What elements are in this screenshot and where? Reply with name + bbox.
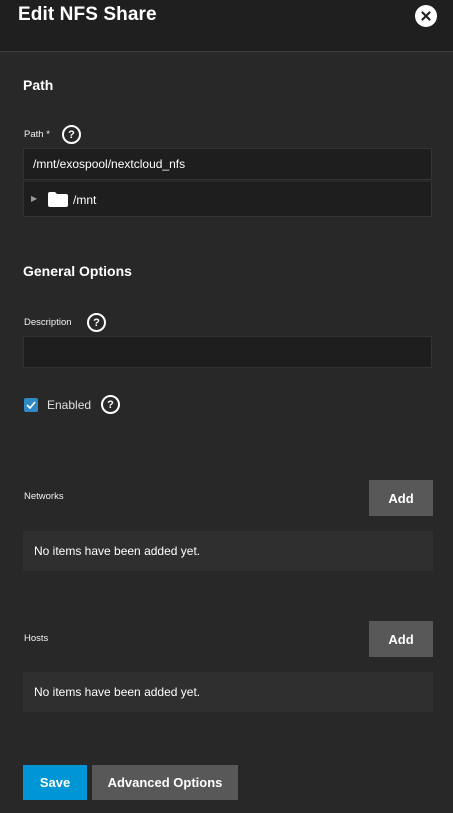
- enabled-help-icon[interactable]: ?: [101, 395, 120, 414]
- hosts-empty-message: No items have been added yet.: [23, 672, 433, 712]
- description-label: Description: [24, 317, 72, 328]
- description-help-icon[interactable]: ?: [87, 313, 106, 332]
- path-section-title: Path: [23, 77, 54, 93]
- advanced-options-button[interactable]: Advanced Options: [92, 765, 238, 800]
- path-input[interactable]: [23, 148, 432, 180]
- networks-empty-message: No items have been added yet.: [23, 531, 433, 571]
- networks-label: Networks: [24, 491, 64, 502]
- save-button[interactable]: Save: [23, 765, 87, 800]
- modal-header: Edit NFS Share: [0, 0, 453, 52]
- check-icon: [26, 401, 36, 409]
- tree-node-mnt[interactable]: /mnt: [73, 193, 96, 207]
- path-help-icon[interactable]: ?: [62, 125, 81, 144]
- path-tree: ▶ /mnt: [23, 182, 432, 217]
- description-input[interactable]: [23, 336, 432, 368]
- enabled-label: Enabled: [47, 398, 92, 412]
- hosts-label: Hosts: [24, 633, 49, 644]
- page-title: Edit NFS Share: [18, 4, 157, 25]
- folder-icon: [48, 192, 68, 207]
- path-label: Path *: [24, 129, 50, 140]
- required-mark: *: [46, 129, 50, 140]
- path-label-text: Path: [24, 129, 44, 140]
- networks-add-button[interactable]: Add: [369, 480, 433, 516]
- close-button[interactable]: [415, 5, 437, 27]
- general-options-title: General Options: [23, 263, 132, 279]
- tree-expand-icon[interactable]: ▶: [31, 194, 37, 203]
- enabled-checkbox[interactable]: [24, 398, 38, 412]
- hosts-add-button[interactable]: Add: [369, 621, 433, 657]
- close-icon: [421, 11, 431, 21]
